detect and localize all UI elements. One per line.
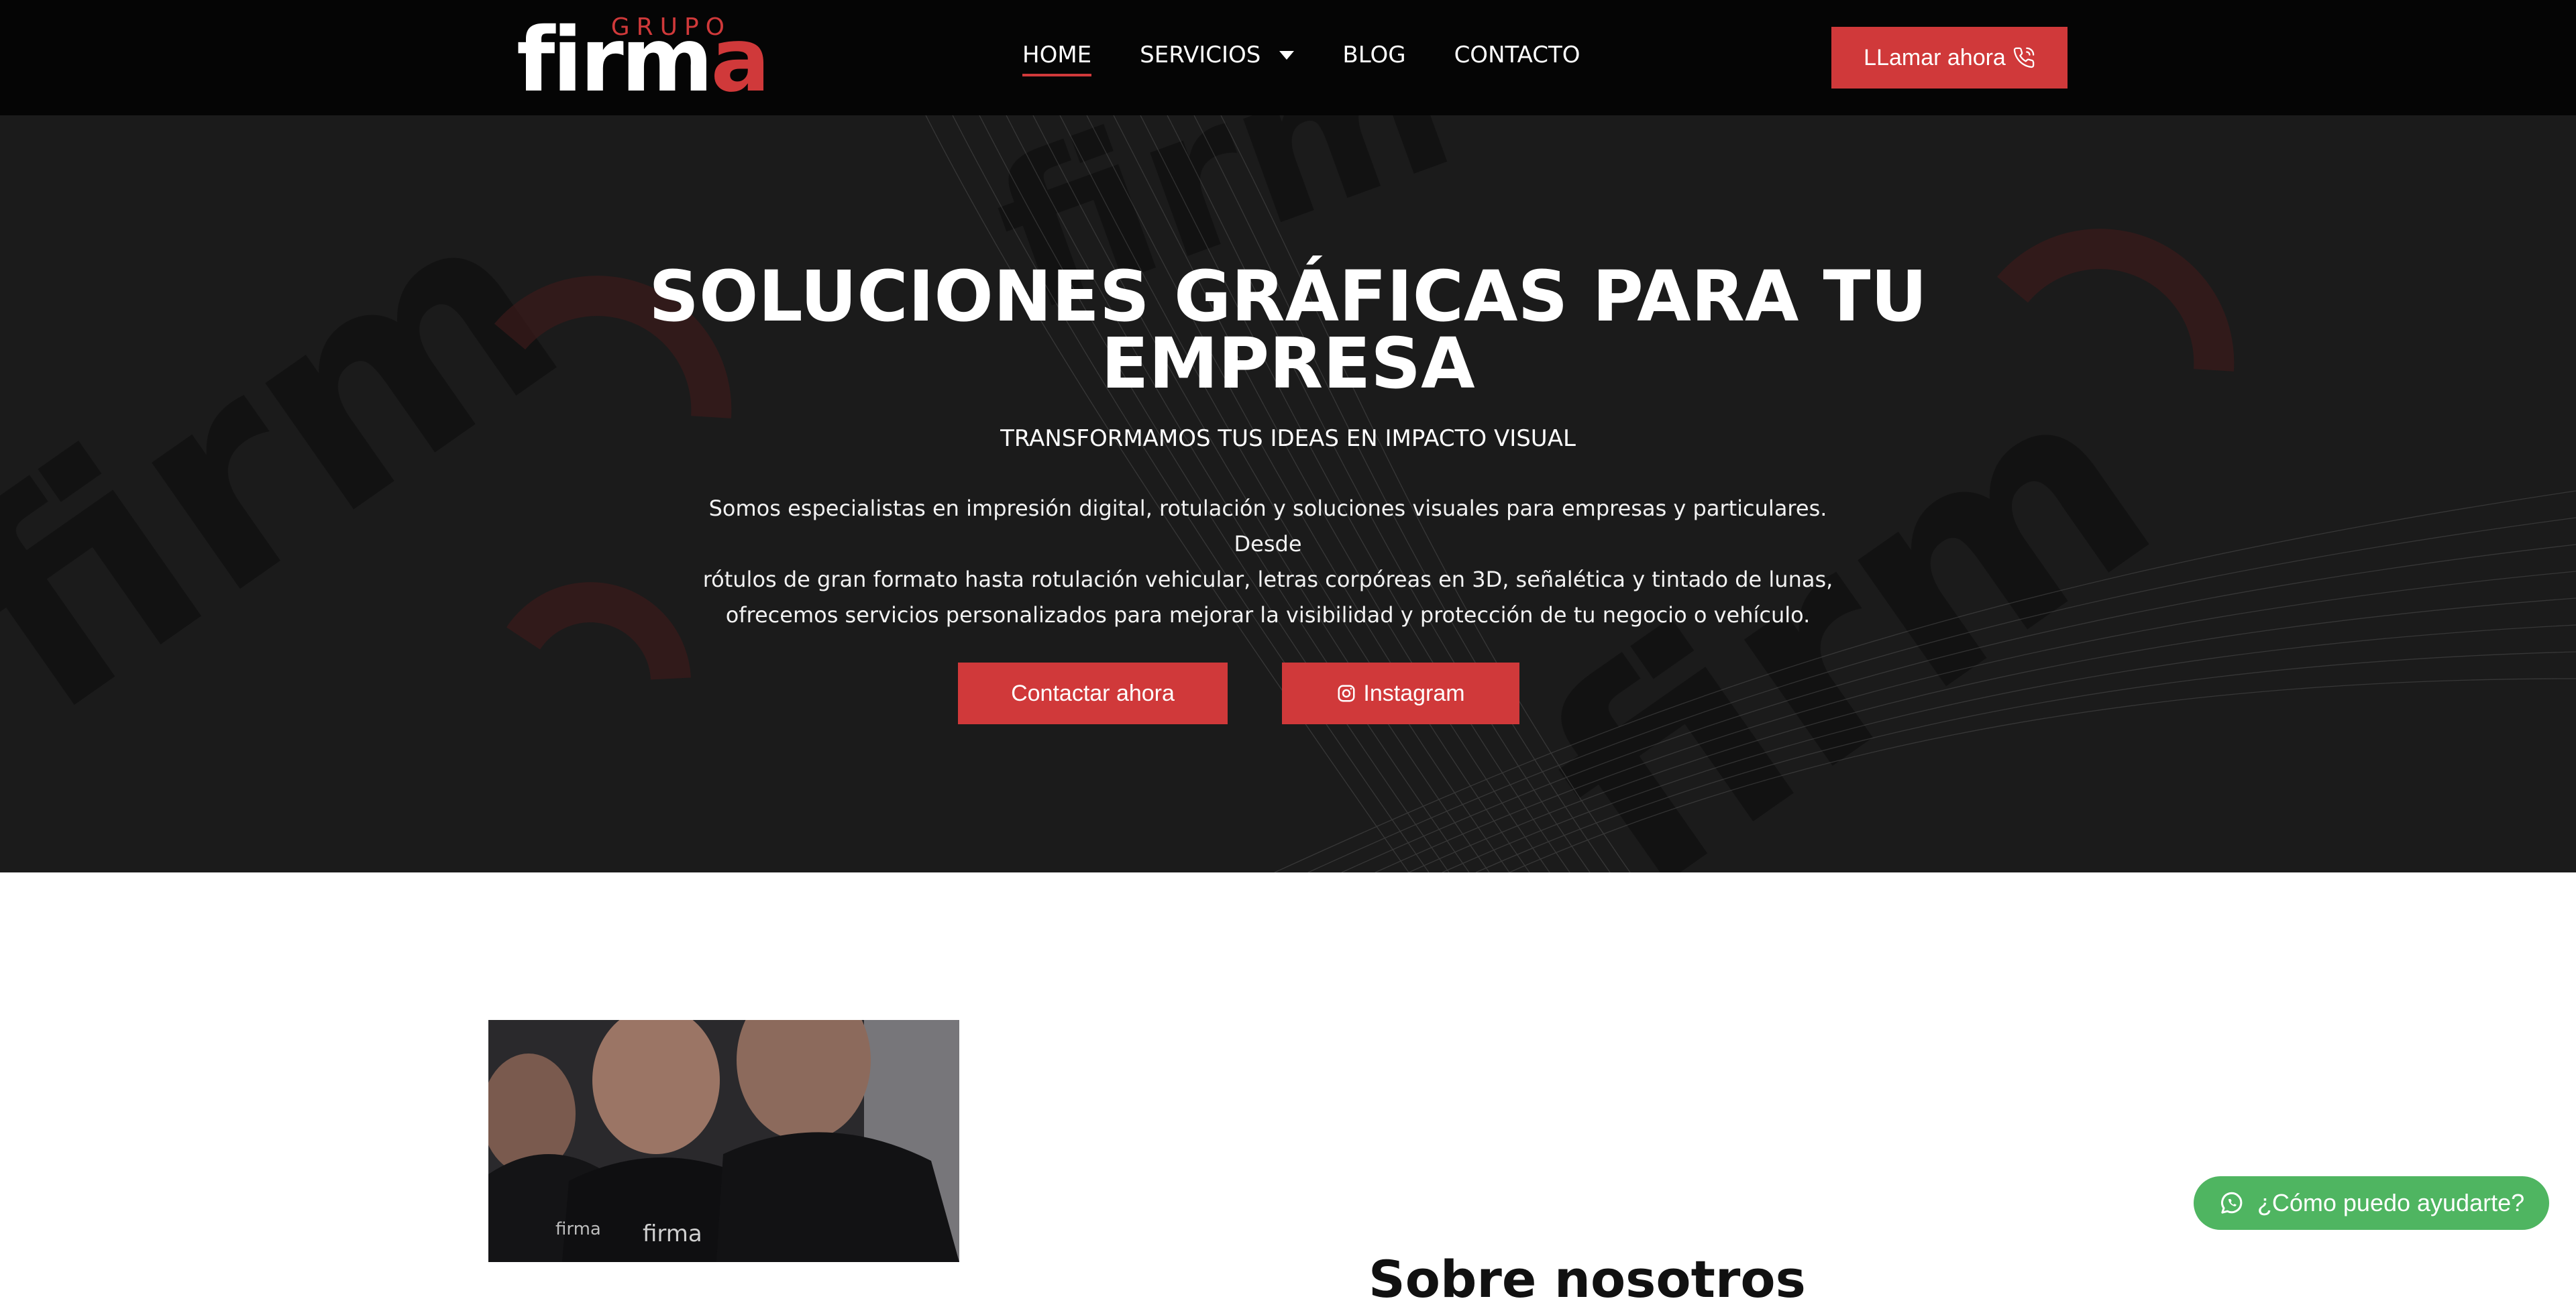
hero-description: Somos especialistas en impresión digital…: [698, 491, 1838, 633]
hero-description-line-2: rótulos de gran formato hasta rotulación…: [702, 567, 1833, 592]
about-team-photo: firma firma: [488, 1020, 959, 1262]
phone-icon: [2013, 47, 2035, 68]
nav-contacto[interactable]: CONTACTO: [1454, 42, 1580, 68]
svg-text:firma: firma: [643, 1220, 702, 1247]
whatsapp-label: ¿Cómo puedo ayudarte?: [2257, 1189, 2525, 1216]
call-now-label: LLamar ahora: [1864, 44, 2006, 70]
instagram-icon: [1338, 685, 1355, 702]
about-title: Sobre nosotros: [1368, 1249, 1806, 1309]
brand-logo[interactable]: GRUPO firma: [517, 12, 770, 105]
whatsapp-chat-button[interactable]: ¿Cómo puedo ayudarte?: [2194, 1176, 2549, 1230]
hero-subtitle: TRANSFORMAMOS TUS IDEAS EN IMPACTO VISUA…: [1000, 425, 1576, 452]
hero-title-line-2: EMPRESA: [1101, 323, 1475, 404]
hero-title-line-1: SOLUCIONES GRÁFICAS PARA TU: [649, 255, 1927, 337]
contact-now-label: Contactar ahora: [1011, 680, 1175, 706]
main-nav: HOME SERVICIOS BLOG CONTACTO: [1022, 42, 1580, 76]
nav-servicios-label: SERVICIOS: [1140, 42, 1261, 68]
nav-home-label: HOME: [1022, 42, 1092, 68]
contact-now-button[interactable]: Contactar ahora: [958, 663, 1228, 724]
hero-description-line-1: Somos especialistas en impresión digital…: [708, 496, 1827, 557]
nav-home[interactable]: HOME: [1022, 42, 1092, 76]
svg-text:firma: firma: [555, 1219, 601, 1239]
team-photo-graphic: firma firma: [488, 1020, 959, 1262]
hero-title: SOLUCIONES GRÁFICAS PARA TU EMPRESA: [0, 255, 2576, 404]
whatsapp-icon: [2220, 1192, 2243, 1214]
nav-contacto-label: CONTACTO: [1454, 42, 1580, 68]
chevron-down-icon: [1279, 50, 1295, 60]
nav-blog[interactable]: BLOG: [1342, 42, 1405, 68]
logo-firma-text: firma: [517, 9, 770, 112]
hero-description-line-3: ofrecemos servicios personalizados para …: [725, 602, 1811, 628]
instagram-button[interactable]: Instagram: [1282, 663, 1519, 724]
site-header: GRUPO firma HOME SERVICIOS BLOG CONTACTO…: [0, 0, 2576, 115]
nav-blog-label: BLOG: [1342, 42, 1406, 68]
instagram-label: Instagram: [1363, 680, 1465, 706]
hero-section: firm firm firm SOLUCIONES GRÁFICAS PARA …: [0, 115, 2576, 872]
nav-servicios[interactable]: SERVICIOS: [1140, 42, 1295, 68]
call-now-button[interactable]: LLamar ahora: [1831, 27, 2068, 89]
